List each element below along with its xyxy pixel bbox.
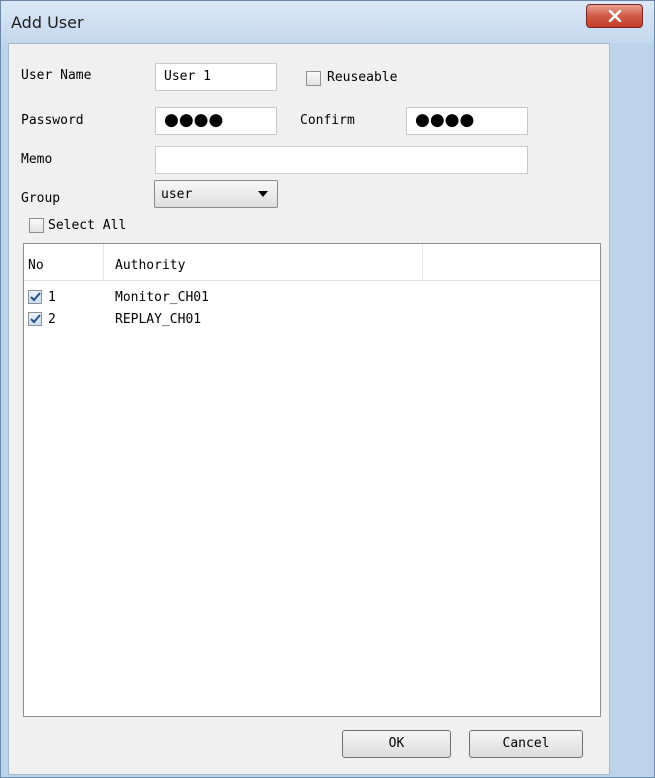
authority-list[interactable]: No Authority 1 Monitor_CH01 2 REPLAY_CH0… <box>23 243 601 717</box>
column-header-no[interactable]: No <box>28 258 44 273</box>
title-bar[interactable]: Add User <box>1 1 654 43</box>
group-label: Group <box>21 191 61 206</box>
dialog-title: Add User <box>11 13 84 32</box>
add-user-dialog: Add User User Name User 1 Reuseable Pass… <box>0 0 655 778</box>
reuseable-label: Reuseable <box>327 70 398 85</box>
row-authority: Monitor_CH01 <box>115 290 209 305</box>
dialog-content: User Name User 1 Reuseable Password ●●●●… <box>8 43 610 775</box>
checkmark-icon <box>30 314 41 324</box>
checkmark-icon <box>30 292 41 302</box>
group-select[interactable]: user <box>154 180 278 208</box>
user-name-label: User Name <box>21 68 92 83</box>
cancel-button[interactable]: Cancel <box>469 730 583 758</box>
list-header: No Authority <box>24 244 600 281</box>
confirm-label: Confirm <box>300 113 355 128</box>
ok-button[interactable]: OK <box>342 730 451 758</box>
user-name-input[interactable]: User 1 <box>155 63 277 91</box>
password-input[interactable]: ●●●● <box>155 107 277 135</box>
row-checkbox[interactable] <box>28 312 42 326</box>
list-item[interactable]: 2 REPLAY_CH01 <box>24 310 600 330</box>
close-button[interactable] <box>586 4 643 28</box>
confirm-password-input[interactable]: ●●●● <box>406 107 528 135</box>
row-number: 2 <box>48 312 56 327</box>
memo-input[interactable] <box>155 146 528 174</box>
column-divider[interactable] <box>422 244 423 280</box>
select-all-label: Select All <box>48 218 127 233</box>
reuseable-checkbox[interactable] <box>306 71 321 86</box>
list-item[interactable]: 1 Monitor_CH01 <box>24 288 600 308</box>
column-header-authority[interactable]: Authority <box>115 258 185 273</box>
row-number: 1 <box>48 290 56 305</box>
select-all-checkbox[interactable] <box>29 218 44 233</box>
close-icon <box>608 10 622 22</box>
dropdown-arrow-icon <box>258 191 268 197</box>
password-label: Password <box>21 113 84 128</box>
group-select-value: user <box>161 187 193 202</box>
memo-label: Memo <box>21 152 53 167</box>
row-checkbox[interactable] <box>28 290 42 304</box>
column-divider[interactable] <box>103 244 104 280</box>
row-authority: REPLAY_CH01 <box>115 312 202 327</box>
